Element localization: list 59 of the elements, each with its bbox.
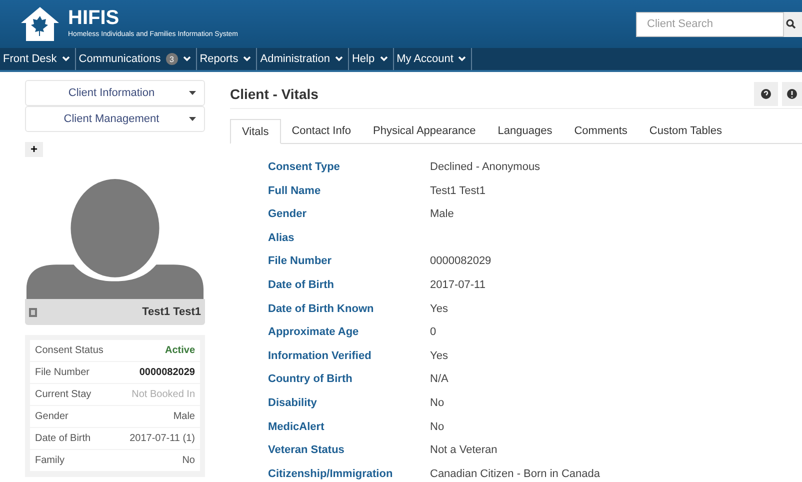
field-label: Date of Birth Known bbox=[268, 302, 375, 317]
summary-label: Gender bbox=[35, 411, 68, 422]
field-label: Citizenship/Immigration bbox=[268, 468, 394, 482]
summary-value: No bbox=[182, 455, 195, 466]
field-value: No bbox=[430, 396, 446, 411]
summary-value: 0000082029 bbox=[139, 367, 195, 378]
field-value: 2017-07-11 bbox=[430, 278, 486, 293]
field-label: Date of Birth bbox=[268, 278, 335, 293]
add-button[interactable]: + bbox=[25, 142, 43, 157]
nav-menu[interactable]: Reports bbox=[196, 48, 258, 70]
count-badge: 3 bbox=[166, 53, 178, 65]
field-value: Test1 Test1 bbox=[430, 184, 486, 199]
field-value: Canadian Citizen - Born in Canada bbox=[430, 468, 601, 482]
tab[interactable]: Physical Appearance bbox=[362, 119, 487, 143]
search-field[interactable]: Client Search bbox=[636, 12, 784, 36]
nav-menu[interactable]: My Account bbox=[394, 48, 472, 70]
summary-label: Family bbox=[35, 455, 64, 466]
field-label: File Number bbox=[268, 255, 333, 270]
field-label: Approximate Age bbox=[268, 326, 360, 340]
page-title: Client - Vitals bbox=[230, 86, 318, 102]
nav-menu[interactable]: Communications 3 bbox=[76, 48, 197, 70]
field-label: Country of Birth bbox=[268, 373, 354, 388]
field-label: MedicAlert bbox=[268, 420, 326, 435]
nav-menu[interactable]: Help bbox=[348, 48, 394, 70]
summary-label: Date of Birth bbox=[35, 433, 91, 444]
field-label: Information Verified bbox=[268, 350, 372, 364]
field-label: Alias bbox=[268, 232, 296, 246]
nav-menu[interactable]: Front Desk bbox=[0, 48, 76, 70]
app-name: HIFIS bbox=[68, 8, 120, 28]
summary-label: Consent Status bbox=[35, 345, 104, 356]
tab[interactable]: Vitals bbox=[230, 119, 281, 144]
field-value: Not a Veteran bbox=[430, 444, 498, 458]
accordion-header[interactable]: Client Management bbox=[25, 106, 205, 132]
summary-value: Male bbox=[173, 411, 195, 422]
field-label: Full Name bbox=[268, 184, 322, 199]
field-value: Declined - Anonymous bbox=[430, 161, 542, 175]
field-value: 0000082029 bbox=[430, 255, 492, 270]
client-name: Test1 Test1 bbox=[142, 306, 201, 318]
field-label: Consent Type bbox=[268, 161, 341, 175]
accordion-header[interactable]: Client Information bbox=[25, 80, 205, 106]
summary-value: 2017-07-11 (1) bbox=[130, 433, 195, 444]
field-value: N/A bbox=[430, 373, 450, 388]
summary-value: Not Booked In bbox=[132, 389, 195, 400]
field-label: Disability bbox=[268, 396, 318, 411]
field-value: Yes bbox=[430, 302, 449, 317]
summary-value: Active bbox=[164, 345, 195, 356]
summary-label: File Number bbox=[35, 367, 90, 378]
field-value: No bbox=[430, 420, 446, 435]
nav-menu[interactable]: Administration bbox=[257, 48, 349, 70]
field-label: Veteran Status bbox=[268, 444, 346, 458]
field-value: Yes bbox=[430, 350, 449, 364]
tab[interactable]: Custom Tables bbox=[638, 119, 733, 143]
tab[interactable]: Comments bbox=[563, 119, 638, 143]
field-label: Gender bbox=[268, 208, 308, 222]
field-value: 0 bbox=[430, 326, 438, 340]
summary-label: Current Stay bbox=[35, 389, 92, 400]
field-value: Male bbox=[430, 208, 455, 222]
tab[interactable]: Contact Info bbox=[280, 119, 362, 143]
tab[interactable]: Languages bbox=[486, 119, 564, 143]
